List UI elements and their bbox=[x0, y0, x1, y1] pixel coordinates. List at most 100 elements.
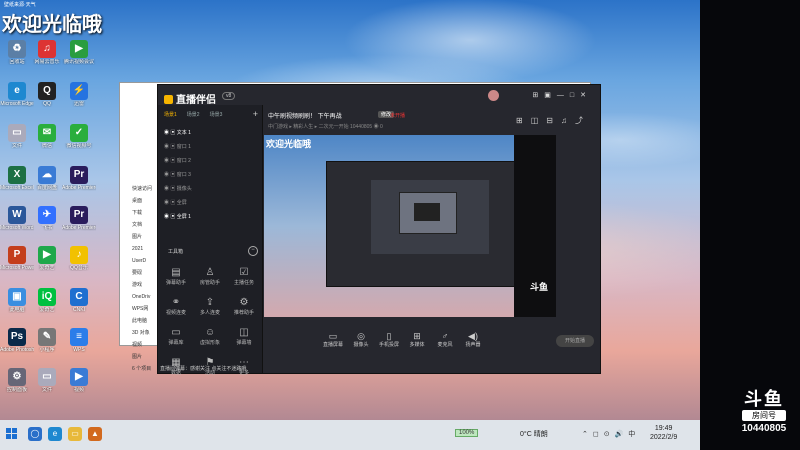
scene-tabs[interactable]: 场景1 场景2 场景3 bbox=[164, 111, 232, 118]
desktop-icon[interactable]: XMicrosoft Excel 2016 bbox=[0, 166, 34, 191]
desktop-icon[interactable]: Pr Adobe Premiere bbox=[62, 166, 96, 191]
source-toolbar-item[interactable]: ▭ 直播屏幕 bbox=[318, 331, 348, 348]
desktop-icon-label: Microsoft Word 2016 bbox=[0, 225, 34, 231]
scene-tab[interactable]: 场景2 bbox=[187, 112, 200, 118]
toolbox-item[interactable]: ☑ 主播任务 bbox=[228, 267, 260, 286]
desktop-icon[interactable]: PMicrosoft PowerPoint bbox=[0, 246, 34, 271]
scene-row[interactable]: ◉ ▣ 全屏 1 bbox=[164, 213, 191, 220]
weather-widget[interactable]: 0°C 晴朗 bbox=[520, 429, 548, 439]
live-streaming-app-window[interactable]: 直播伴侣 v8 ⊞▣—□✕ 场景1 场景2 场景3 + ◉ ▣ 文本 1 ◉ ▣ 窗口… bbox=[157, 84, 601, 376]
preview-douyu-logo: 斗鱼 bbox=[529, 282, 548, 292]
toolbox-item[interactable]: ⚭ 视频连麦 bbox=[160, 297, 192, 316]
toolbox-toggle-icon[interactable]: − bbox=[248, 246, 258, 256]
window-control-button[interactable]: ▣ bbox=[544, 92, 557, 99]
toolbox-item[interactable]: ♙ 房管助手 bbox=[194, 267, 226, 286]
desktop-icon[interactable]: ⚡ 迅雷 bbox=[62, 82, 96, 107]
tray-icon[interactable]: ⊙ bbox=[604, 431, 615, 438]
scene-row[interactable]: ◉ ▣ 文本 1 bbox=[164, 129, 191, 136]
toolbox-item[interactable]: ▭ 弹幕库 bbox=[160, 327, 192, 346]
desktop-icon-label: 迅雷 bbox=[73, 101, 84, 107]
preview-toolbar[interactable]: ⊞◫⊟♫⤴ bbox=[516, 115, 591, 126]
battery-badge[interactable]: 100% bbox=[455, 429, 479, 437]
desktop-icon[interactable]: ⚙ 控制面板 bbox=[0, 368, 34, 393]
source-toolbar-item[interactable]: ◀) 扬声器 bbox=[458, 331, 488, 348]
desktop-icon[interactable]: e Microsoft Edge bbox=[0, 82, 34, 107]
window-control-button[interactable]: — bbox=[557, 92, 570, 99]
scene-tab[interactable]: 场景3 bbox=[210, 112, 223, 118]
preview-toolbar-icon[interactable]: ⊞ bbox=[516, 116, 531, 125]
app-icon[interactable]: ▲ bbox=[88, 427, 102, 441]
tray-icon[interactable]: ⌃ bbox=[582, 431, 593, 438]
desktop-app-icon: ☁ bbox=[38, 166, 56, 184]
desktop-icon[interactable]: ▭ 文件 bbox=[0, 124, 34, 149]
edge-icon[interactable]: e bbox=[48, 427, 62, 441]
chat-line: 直播间弹幕：感谢关注 点关注不迷路哦 bbox=[160, 366, 247, 372]
preview-toolbar-icon[interactable]: ♫ bbox=[561, 116, 575, 125]
desktop-icon[interactable]: ✈ 飞书 bbox=[30, 206, 64, 231]
toolbox-item-label: 房管助手 bbox=[199, 280, 220, 286]
live-title[interactable]: 中午刷视频刷刷！ 下午再战 bbox=[268, 111, 342, 120]
toolbox-item[interactable]: ◫ 弹幕墙 bbox=[228, 327, 260, 346]
desktop-app-icon: ▭ bbox=[8, 124, 26, 142]
preview-nested-app bbox=[326, 161, 516, 287]
tray-icon[interactable]: 中 bbox=[628, 431, 640, 438]
desktop-icon[interactable]: ✓ 微信视频号 bbox=[62, 124, 96, 149]
desktop-icon[interactable]: ▶ 视频 bbox=[62, 368, 96, 393]
window-controls[interactable]: ⊞▣—□✕ bbox=[532, 91, 592, 99]
desktop-icon[interactable]: ≡ WPS bbox=[62, 328, 96, 353]
source-toolbar-item[interactable]: ▯ 手机投屏 bbox=[374, 331, 404, 348]
source-toolbar-item[interactable]: ♂ 麦克风 bbox=[430, 331, 460, 348]
source-toolbar-label: 直播屏幕 bbox=[322, 342, 343, 348]
scene-row[interactable]: ◉ ▣ 窗口 2 bbox=[164, 157, 191, 164]
scene-row[interactable]: ◉ ▣ 窗口 1 bbox=[164, 143, 191, 150]
preview-toolbar-icon[interactable]: ⊟ bbox=[546, 116, 561, 125]
desktop-icon[interactable]: C CNKI bbox=[62, 288, 96, 313]
toolbox-item-label: 主播任务 bbox=[233, 280, 254, 286]
start-button[interactable] bbox=[6, 428, 18, 440]
desktop-app-icon: ⚡ bbox=[70, 82, 88, 100]
tray-icon[interactable]: ◻ bbox=[593, 431, 604, 438]
window-control-button[interactable]: □ bbox=[570, 92, 580, 99]
toolbox-item-label: 多人连麦 bbox=[199, 310, 220, 316]
toolbox-item[interactable]: ⇪ 多人连麦 bbox=[194, 297, 226, 316]
search-icon[interactable]: ◯ bbox=[28, 427, 42, 441]
desktop-icon[interactable]: WMicrosoft Word 2016 bbox=[0, 206, 34, 231]
desktop-icon[interactable]: PsAdobe Photoshop bbox=[0, 328, 34, 353]
clock[interactable]: 19:49 2022/2/9 bbox=[650, 424, 677, 442]
scene-row[interactable]: ◉ ▣ 摄像头 bbox=[164, 185, 192, 192]
desktop-icon[interactable]: ☁ 百度网盘 bbox=[30, 166, 64, 191]
desktop-icon[interactable]: Pr Adobe Premiere bbox=[62, 206, 96, 231]
desktop-icon[interactable]: ✉ 微信 bbox=[30, 124, 64, 149]
desktop-icon[interactable]: ♫ 网易云音乐 bbox=[30, 40, 64, 65]
window-control-button[interactable]: ✕ bbox=[580, 92, 592, 99]
desktop-icon-label: Adobe Premiere bbox=[62, 225, 96, 231]
window-control-button[interactable]: ⊞ bbox=[532, 92, 544, 99]
source-toolbar-item[interactable]: ⊞ 多媒体 bbox=[402, 331, 432, 348]
desktop-icon[interactable]: ▶ 爱奇艺 bbox=[30, 246, 64, 271]
desktop-icon[interactable]: Q QQ bbox=[30, 82, 64, 107]
scene-row[interactable]: ◉ ▣ 全屏 bbox=[164, 199, 187, 206]
desktop-icon[interactable]: ♪ QQ音乐 bbox=[62, 246, 96, 271]
tray-icon[interactable]: 🔊 bbox=[615, 431, 629, 438]
preview-toolbar-icon[interactable]: ⤴ bbox=[575, 116, 591, 125]
scene-tab[interactable]: 场景1 bbox=[164, 112, 177, 118]
toolbox-item[interactable]: ▤ 弹幕助手 bbox=[160, 267, 192, 286]
avatar[interactable] bbox=[488, 90, 499, 101]
desktop-icon[interactable]: ♻ 回收站 bbox=[0, 40, 34, 65]
desktop-icon[interactable]: ▭ 文件 bbox=[30, 368, 64, 393]
toolbox-item-icon: ◫ bbox=[239, 327, 249, 338]
toolbox-item[interactable]: ☺ 虚拟形象 bbox=[194, 327, 226, 346]
scene-row[interactable]: ◉ ▣ 窗口 3 bbox=[164, 171, 191, 178]
folder-icon[interactable]: ▭ bbox=[68, 427, 82, 441]
add-scene-button[interactable]: + bbox=[253, 109, 258, 119]
desktop-icon[interactable]: ▶ 腾讯视频会议 bbox=[62, 40, 96, 65]
desktop-icon[interactable]: iQ 爱奇艺 bbox=[30, 288, 64, 313]
preview-toolbar-icon[interactable]: ◫ bbox=[531, 116, 547, 125]
source-toolbar-item[interactable]: ◎ 摄像头 bbox=[346, 331, 376, 348]
start-live-button[interactable]: 开始直播 bbox=[556, 335, 594, 347]
desktop-icon[interactable]: ✎ 小程序 bbox=[30, 328, 64, 353]
system-tray[interactable]: ⌃◻⊙🔊中 bbox=[582, 429, 640, 439]
desktop-icon[interactable]: ▣ 此电脑 bbox=[0, 288, 34, 313]
live-preview[interactable]: 欢迎光临哦 斗鱼 bbox=[264, 135, 556, 317]
toolbox-item[interactable]: ⚙ 推荐助手 bbox=[228, 297, 260, 316]
